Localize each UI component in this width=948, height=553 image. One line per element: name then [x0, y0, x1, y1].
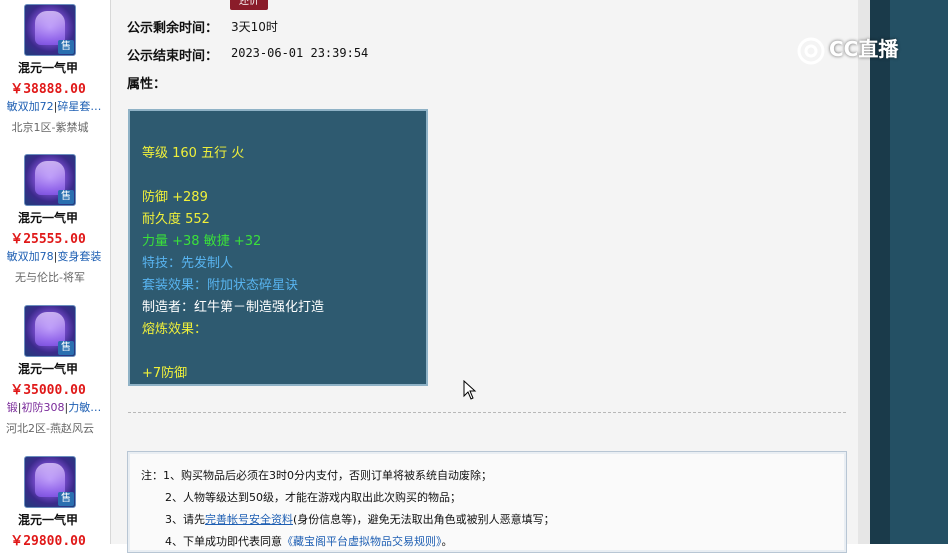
attr-tag: 力敏…: [68, 401, 102, 414]
item-attributes: 锻|初防308|力敏…: [6, 401, 102, 414]
scroll-track[interactable]: [870, 0, 890, 544]
item-thumbnail-icon[interactable]: 售: [24, 456, 76, 508]
set-effect-line: 套装效果：附加状态碎星诀: [142, 278, 299, 293]
sell-badge: 售: [58, 190, 74, 204]
notice-text: 3、请先: [165, 513, 205, 526]
item-price: ￥29800.00: [10, 534, 86, 549]
sell-badge: 售: [58, 492, 74, 506]
notice-text: 。: [441, 535, 453, 548]
trade-rules-link[interactable]: 《藏宝阁平台虚拟物品交易规则》: [282, 535, 442, 548]
attr-tag: 敏双加78: [6, 250, 54, 263]
divider: [128, 412, 846, 413]
item-name[interactable]: 混元一气甲: [0, 511, 96, 528]
item-price: ￥35000.00: [10, 383, 86, 398]
item-server: 无与伦比-将军: [15, 271, 85, 284]
refine-label-line: 熔炼效果：: [142, 322, 208, 337]
item-name[interactable]: 混元一气甲: [0, 59, 96, 76]
sell-badge: 售: [58, 40, 74, 54]
counter-offer-button[interactable]: 还价: [230, 0, 268, 10]
attr-tag: 初防308: [21, 401, 65, 414]
attr-tag: 敏双加72: [6, 100, 54, 113]
item-server: 河北2区-燕赵风云: [6, 422, 94, 435]
mouse-cursor-icon: [463, 380, 477, 400]
attr-tag: 变身套装: [57, 250, 102, 263]
item-listing-sidebar: 售 混元一气甲 ￥38888.00 敏双加72|碎星套… 北京1区-紫禁城 售 …: [0, 0, 111, 549]
page-edge: [858, 0, 870, 544]
notice-line-2: 2、人物等级达到50级，才能在游戏内取出此次购买的物品；: [165, 491, 461, 504]
remaining-time-label: 公示剩余时间：: [127, 21, 219, 36]
durability-line: 耐久度 552: [142, 212, 210, 227]
sell-badge: 售: [58, 341, 74, 355]
end-time-label: 公示结束时间：: [127, 49, 219, 64]
attr-tag: 锻: [6, 401, 18, 414]
item-server: 北京1区-紫禁城: [11, 121, 89, 134]
cc-logo-icon: [797, 37, 825, 64]
attributes-label: 属性：: [127, 77, 167, 92]
skill-line: 特技：先发制人: [142, 256, 234, 271]
item-thumbnail-icon[interactable]: 售: [24, 4, 76, 56]
remaining-time-value: 3天10时: [231, 20, 278, 34]
end-time-value: 2023-06-01 23:39:54: [231, 46, 369, 60]
purchase-notice-box: 注：1、购买物品后必须在3时0分内支付，否则订单将被系统自动废除； 2、人物等级…: [127, 451, 847, 553]
attributes-box: 等级 160 五行 火 防御 +289 耐久度 552 力量 +38 敏捷 +3…: [128, 109, 428, 386]
refine-value-line: +7防御: [142, 366, 188, 381]
item-price: ￥38888.00: [10, 82, 86, 97]
notice-line-1: 注：1、购买物品后必须在3时0分内支付，否则订单将被系统自动废除；: [141, 469, 492, 482]
item-thumbnail-icon[interactable]: 售: [24, 154, 76, 206]
item-name[interactable]: 混元一气甲: [0, 360, 96, 377]
notice-line-4: 4、下单成功即代表同意《藏宝阁平台虚拟物品交易规则》。: [165, 533, 453, 549]
defense-line: 防御 +289: [142, 190, 208, 205]
maker-line: 制造者：红牛第－制造强化打造: [142, 300, 325, 315]
account-security-link[interactable]: 完善帐号安全资料: [205, 513, 293, 526]
item-attributes: 敏双加78|变身套装: [6, 250, 102, 263]
notice-text: 4、下单成功即代表同意: [165, 535, 282, 548]
notice-text: (身份信息等)，避免无法取出角色或被别人恶意填写；: [293, 513, 555, 526]
item-attributes: 敏双加72|碎星套…: [6, 100, 102, 113]
notice-line-3: 3、请先完善帐号安全资料(身份信息等)，避免无法取出角色或被别人恶意填写；: [165, 511, 555, 527]
watermark-text: CC直播: [829, 37, 899, 61]
item-price: ￥25555.00: [10, 232, 86, 247]
stats-line: 力量 +38 敏捷 +32: [142, 234, 262, 249]
level-element-line: 等级 160 五行 火: [142, 146, 245, 161]
item-name[interactable]: 混元一气甲: [0, 209, 96, 226]
attr-tag: 碎星套…: [57, 100, 102, 113]
cc-live-watermark: CC直播: [795, 33, 920, 67]
side-panel: [890, 0, 948, 544]
item-thumbnail-icon[interactable]: 售: [24, 305, 76, 357]
